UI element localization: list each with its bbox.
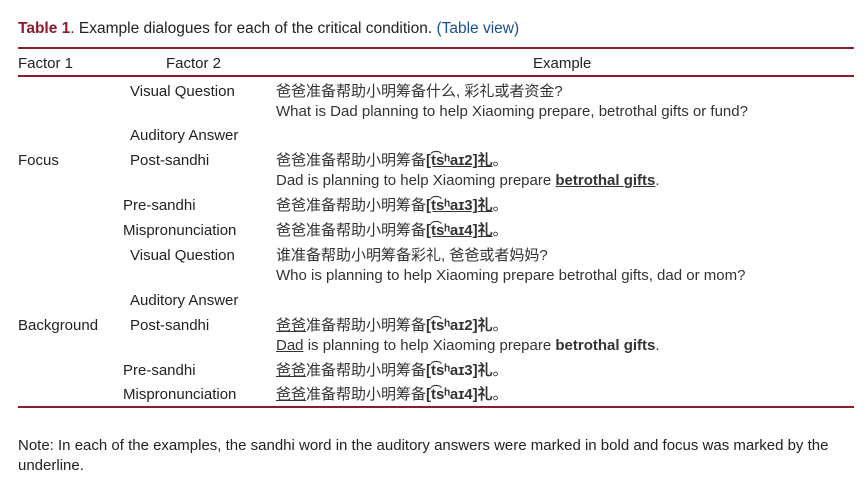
zh-focus-underline: 爸爸 — [276, 317, 307, 334]
focus-mispronunciation-zh: 爸爸准备帮助小明筹备[t͡sʰaɪ4]礼。 — [276, 221, 508, 241]
table-label: Table 1 — [18, 20, 71, 37]
background-pre-sandhi-label: Pre-sandhi — [123, 362, 196, 379]
zh-focus-underline: 爸爸 — [276, 386, 307, 403]
table-view-link[interactable]: (Table view) — [436, 20, 519, 37]
en-prefix: Dad is planning to help Xiaoming prepare — [276, 172, 556, 189]
zh-sandhi-ipa: [t͡sʰaɪ4] — [426, 222, 478, 239]
zh-sandhi-char: 礼 — [477, 386, 493, 403]
zh-sandhi-ipa: [t͡sʰaɪ3] — [426, 362, 478, 379]
header-factor2: Factor 2 — [166, 55, 222, 72]
background-pre-sandhi-zh: 爸爸准备帮助小明筹备[t͡sʰaɪ3]礼。 — [276, 361, 508, 381]
zh-sandhi-ipa: [t͡sʰaɪ2] — [426, 152, 478, 169]
zh-rest: 准备帮助小明筹备 — [306, 317, 427, 334]
zh-end: 。 — [492, 362, 508, 379]
zh-sandhi-char: 礼 — [477, 362, 493, 379]
focus-visual-question-label: Visual Question — [130, 83, 235, 100]
zh-end: 。 — [492, 222, 508, 239]
zh-sandhi-ipa: [t͡sʰaɪ3] — [426, 197, 478, 214]
zh-sandhi-ipa: [t͡sʰaɪ2] — [426, 317, 478, 334]
header-factor1: Factor 1 — [18, 55, 74, 72]
focus-visual-question-zh: 爸爸准备帮助小明筹备什么, 彩礼或者资金? — [276, 83, 563, 100]
zh-sandhi-char: 礼 — [477, 317, 493, 334]
en-end: . — [655, 172, 660, 189]
zh-end: 。 — [492, 317, 508, 334]
header-example: Example — [533, 55, 592, 72]
background-post-sandhi-en: Dad is planning to help Xiaoming prepare… — [276, 336, 660, 356]
zh-rest: 准备帮助小明筹备 — [306, 362, 427, 379]
zh-focus-underline: 爸爸 — [276, 362, 307, 379]
focus-auditory-answer-label: Auditory Answer — [130, 127, 239, 144]
background-visual-question-label: Visual Question — [130, 247, 235, 264]
zh-prefix: 爸爸准备帮助小明筹备 — [276, 152, 427, 169]
background-post-sandhi-zh: 爸爸准备帮助小明筹备[t͡sʰaɪ2]礼。 — [276, 316, 508, 336]
focus-pre-sandhi-zh: 爸爸准备帮助小明筹备[t͡sʰaɪ3]礼。 — [276, 196, 508, 216]
bottom-rule — [18, 406, 854, 408]
focus-post-sandhi-label: Post-sandhi — [130, 152, 210, 169]
en-focus-bold: betrothal gifts — [555, 172, 656, 189]
background-auditory-answer-label: Auditory Answer — [130, 292, 239, 309]
header-rule — [18, 75, 854, 77]
zh-sandhi-char: 礼 — [477, 222, 493, 239]
zh-sandhi-ipa: [t͡sʰaɪ4] — [426, 386, 478, 403]
zh-prefix: 爸爸准备帮助小明筹备 — [276, 197, 427, 214]
table-caption: Table 1. Example dialogues for each of t… — [18, 20, 519, 38]
zh-end: 。 — [492, 386, 508, 403]
focus-factor1: Focus — [18, 152, 59, 169]
zh-sandhi-char: 礼 — [477, 197, 493, 214]
en-end: . — [655, 337, 660, 354]
zh-prefix: 爸爸准备帮助小明筹备 — [276, 222, 427, 239]
background-factor1: Background — [18, 317, 99, 334]
focus-visual-question-en: What is Dad planning to help Xiaoming pr… — [276, 103, 748, 120]
focus-post-sandhi-zh: 爸爸准备帮助小明筹备[t͡sʰaɪ2]礼。 — [276, 151, 508, 171]
background-mispronunciation-label: Mispronunciation — [123, 386, 237, 403]
table-figure: Table 1. Example dialogues for each of t… — [0, 0, 868, 484]
background-mispronunciation-zh: 爸爸准备帮助小明筹备[t͡sʰaɪ4]礼。 — [276, 385, 508, 405]
table-note: Note: In each of the examples, the sandh… — [18, 437, 829, 474]
zh-sandhi-char: 礼 — [477, 152, 493, 169]
focus-pre-sandhi-label: Pre-sandhi — [123, 197, 196, 214]
en-focus-underline: Dad — [276, 337, 304, 354]
en-mid: is planning to help Xiaoming prepare — [303, 337, 556, 354]
background-visual-question-zh: 谁准备帮助小明筹备彩礼, 爸爸或者妈妈? — [276, 247, 548, 264]
focus-mispronunciation-label: Mispronunciation — [123, 222, 237, 239]
zh-end: 。 — [492, 197, 508, 214]
en-sandhi-bold: betrothal gifts — [555, 337, 656, 354]
caption-text: . Example dialogues for each of the crit… — [70, 20, 437, 37]
focus-post-sandhi-en: Dad is planning to help Xiaoming prepare… — [276, 171, 660, 191]
background-visual-question-en: Who is planning to help Xiaoming prepare… — [276, 267, 746, 284]
zh-rest: 准备帮助小明筹备 — [306, 386, 427, 403]
top-rule — [18, 47, 854, 49]
zh-end: 。 — [492, 152, 508, 169]
background-post-sandhi-label: Post-sandhi — [130, 317, 210, 334]
